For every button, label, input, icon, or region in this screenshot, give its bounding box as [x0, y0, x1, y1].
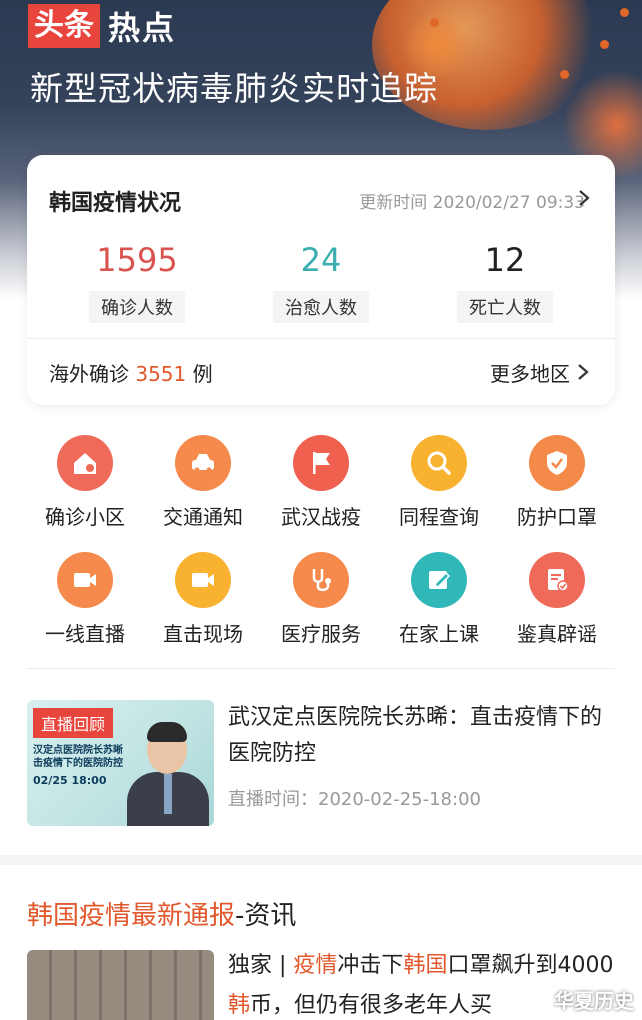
stat-value: 24 — [300, 241, 342, 279]
news-keyword: 疫情 — [293, 953, 338, 978]
service-label: 武汉战疫 — [281, 505, 361, 529]
stat-cured: 24 治愈人数 — [241, 239, 401, 323]
verify-document-icon — [529, 552, 585, 608]
service-label: 确诊小区 — [45, 505, 125, 529]
news-text: 冲击下 — [337, 953, 404, 978]
search-icon — [411, 435, 467, 491]
service-label: 防护口罩 — [517, 505, 597, 529]
service-traffic-notice[interactable]: 交通通知 — [144, 435, 262, 530]
service-trip-query[interactable]: 同程查询 — [380, 435, 498, 530]
divider — [27, 668, 615, 669]
section-title[interactable]: 韩国疫情最新通报-资讯 — [27, 895, 296, 932]
service-wuhan-fight[interactable]: 武汉战疫 — [262, 435, 380, 530]
brand-badge: 头条 — [28, 4, 100, 48]
service-live-scene[interactable]: 直击现场 — [144, 552, 262, 647]
service-label: 医疗服务 — [281, 622, 361, 646]
service-label: 同程查询 — [399, 505, 479, 529]
virus-dot — [600, 40, 609, 49]
service-medical[interactable]: 医疗服务 — [262, 552, 380, 647]
live-replay-thumbnail[interactable]: 直播回顾 汉定点医院院长苏晰 击疫情下的医院防控 02/25 18:00 — [27, 700, 214, 826]
chevron-right-icon[interactable] — [573, 185, 595, 211]
service-label: 在家上课 — [399, 622, 479, 646]
overseas-value: 3551 — [135, 362, 187, 386]
service-label: 交通通知 — [163, 505, 243, 529]
news-text: 独家 | — [228, 953, 294, 978]
presenter-tie — [164, 774, 172, 814]
thumbnail-caption: 汉定点医院院长苏晰 击疫情下的医院防控 — [33, 744, 123, 770]
section-separator — [0, 855, 642, 865]
news-keyword: 韩国 — [403, 953, 448, 978]
live-news-time: 直播时间：2020-02-25-18:00 — [228, 789, 481, 810]
brand-text: 热点 — [108, 9, 177, 47]
stethoscope-icon — [293, 552, 349, 608]
card-title: 韩国疫情状况 — [49, 191, 182, 216]
thumbnail-date: 02/25 18:00 — [33, 774, 107, 787]
status-card[interactable]: 韩国疫情状况 更新时间 2020/02/27 09:33 1595 确诊人数 2… — [27, 155, 615, 405]
divider — [27, 338, 615, 339]
section-title-highlight: 韩国疫情最新通报 — [27, 901, 236, 931]
service-label: 直击现场 — [163, 622, 243, 646]
live-replay-badge: 直播回顾 — [33, 708, 114, 738]
overseas-prefix: 海外确诊 — [49, 362, 129, 386]
flag-icon — [293, 435, 349, 491]
shield-check-icon — [529, 435, 585, 491]
news-keyword: 韩 — [228, 993, 251, 1018]
location-home-icon — [57, 435, 113, 491]
virus-dot — [430, 18, 439, 27]
brand-logo: 头条 热点 — [28, 3, 176, 49]
edit-board-icon — [411, 552, 467, 608]
overseas-confirmed: 海外确诊 3551 例 — [49, 358, 213, 387]
news-text: 币，但仍有很多老年人买 — [250, 993, 493, 1018]
section-title-suffix: -资讯 — [235, 901, 297, 931]
service-home-class[interactable]: 在家上课 — [380, 552, 498, 647]
stat-deaths: 12 死亡人数 — [425, 239, 585, 323]
overseas-suffix: 例 — [192, 362, 213, 386]
virus-dot — [620, 8, 629, 17]
video-camera-icon — [175, 552, 231, 608]
news-text: 口罩飙升到4000 — [447, 953, 614, 978]
chevron-right-icon[interactable] — [573, 359, 593, 385]
update-time: 更新时间 2020/02/27 09:33 — [359, 193, 585, 213]
news-thumbnail[interactable] — [27, 950, 214, 1020]
stat-value: 12 — [484, 241, 526, 279]
service-confirmed-community[interactable]: 确诊小区 — [26, 435, 144, 530]
watermark: 华夏历史 — [554, 989, 634, 1013]
stat-value: 1595 — [96, 241, 178, 279]
video-camera-icon — [57, 552, 113, 608]
thumbnail-line: 击疫情下的医院防控 — [33, 758, 123, 769]
service-masks[interactable]: 防护口罩 — [498, 435, 616, 530]
presenter-hair — [147, 722, 187, 742]
stat-confirmed: 1595 确诊人数 — [57, 239, 217, 323]
live-news-title[interactable]: 武汉定点医院院长苏晞：直击疫情下的医院防控 — [228, 700, 618, 772]
more-regions-link[interactable]: 更多地区 — [490, 358, 570, 387]
service-label: 鉴真辟谣 — [517, 622, 597, 646]
page-title: 新型冠状病毒肺炎实时追踪 — [30, 69, 438, 108]
stat-label: 确诊人数 — [89, 291, 185, 323]
service-label: 一线直播 — [45, 622, 125, 646]
thumbnail-line: 汉定点医院院长苏晰 — [33, 745, 123, 756]
service-rumor-check[interactable]: 鉴真辟谣 — [498, 552, 616, 647]
virus-dot — [560, 70, 569, 79]
car-icon — [175, 435, 231, 491]
stat-label: 治愈人数 — [273, 291, 369, 323]
stat-label: 死亡人数 — [457, 291, 553, 323]
service-frontline-live[interactable]: 一线直播 — [26, 552, 144, 647]
